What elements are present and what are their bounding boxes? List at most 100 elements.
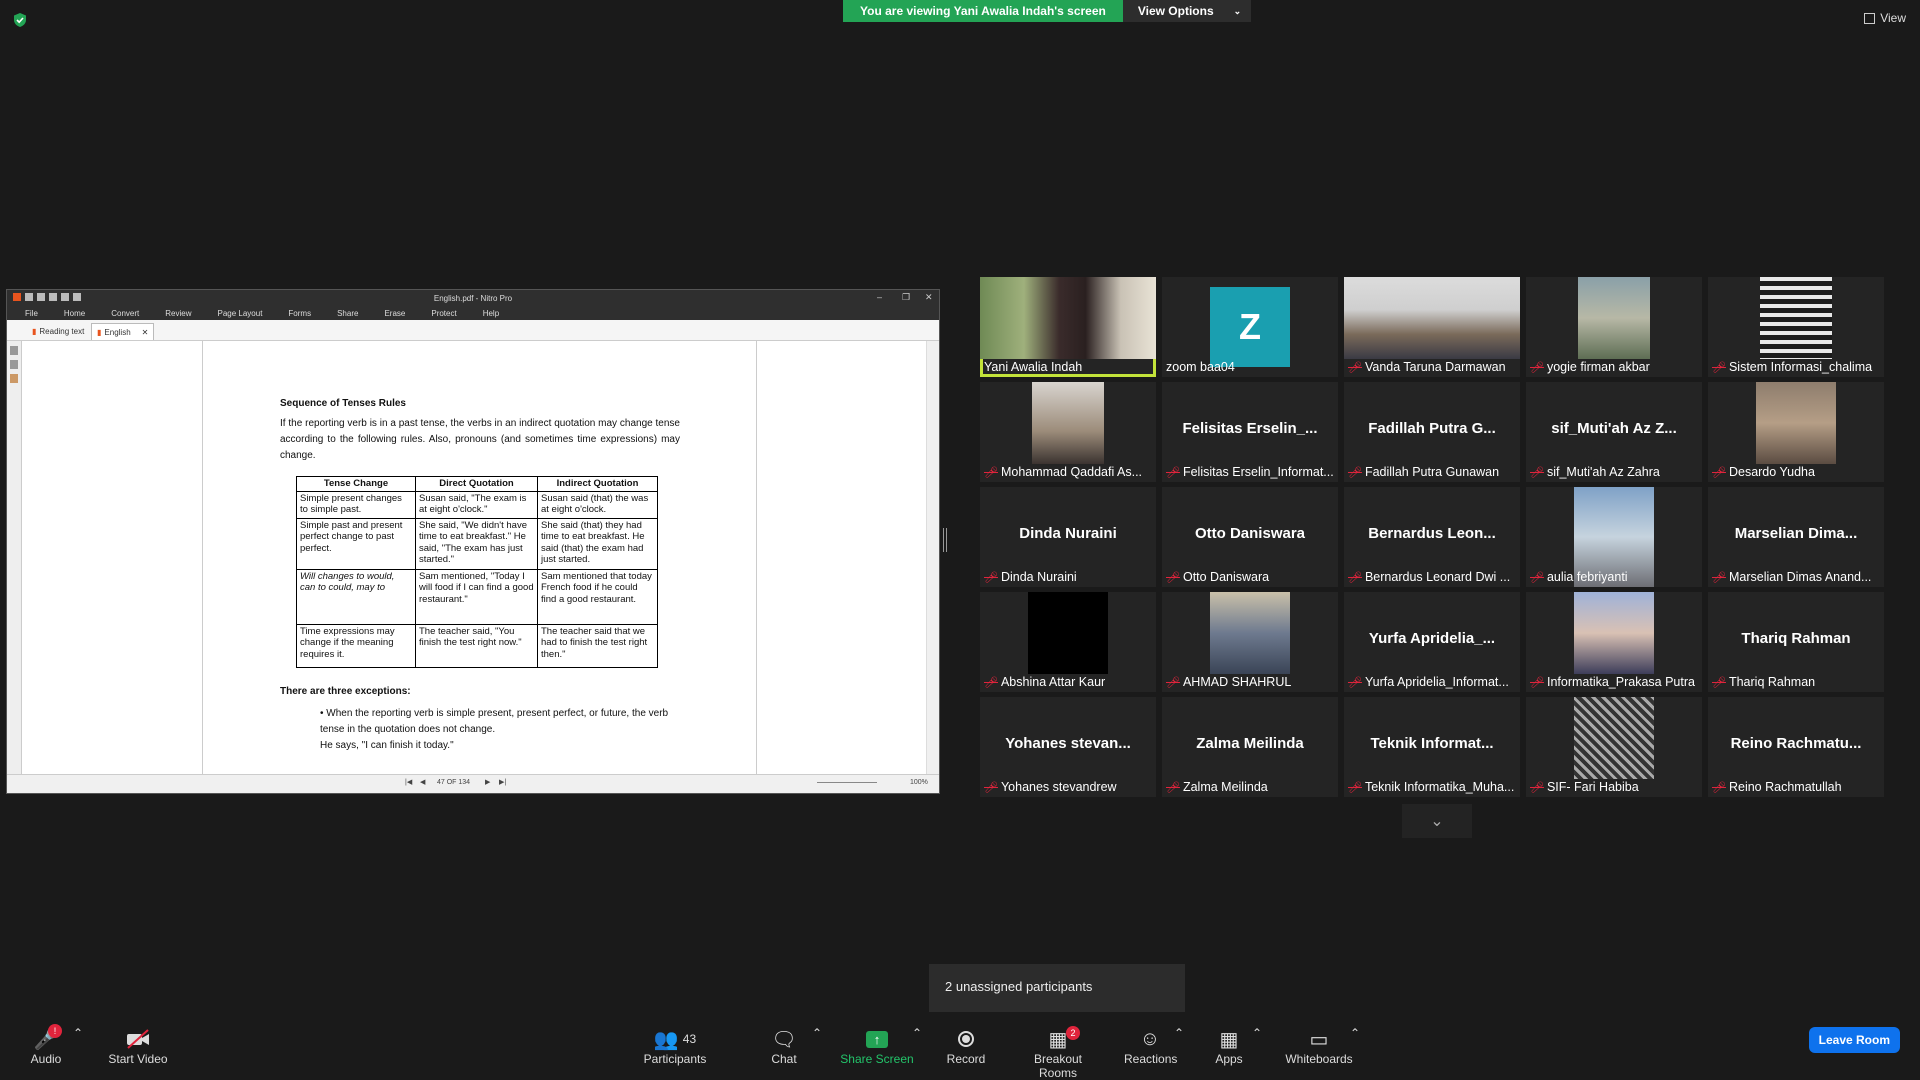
page-indicator[interactable]: 47 OF 134: [437, 779, 470, 786]
participants-button[interactable]: 👥 43 Participants: [640, 1026, 710, 1067]
attachments-icon[interactable]: [10, 374, 18, 383]
participant-tile[interactable]: Yani Awalia Indah: [980, 277, 1156, 377]
table-cell: Susan said (that) the was at eight o'clo…: [537, 490, 658, 519]
first-page-icon[interactable]: |◀: [405, 778, 412, 786]
participant-tile[interactable]: 🎤︎ Informatika_Prakasa Putra: [1526, 592, 1702, 692]
participant-tile[interactable]: Otto Daniswara 🎤︎ Otto Daniswara: [1162, 487, 1338, 587]
participant-name: Marselian Dimas Anand...: [1728, 570, 1872, 584]
minimize-icon[interactable]: –: [877, 292, 882, 302]
restore-icon[interactable]: ❐: [902, 292, 910, 303]
whiteboards-button[interactable]: ▭ Whiteboards: [1284, 1026, 1354, 1067]
participant-tile[interactable]: Zalma Meilinda 🎤︎ Zalma Meilinda: [1162, 697, 1338, 797]
apps-button[interactable]: ▦ Apps: [1213, 1026, 1245, 1067]
menu-protect[interactable]: Protect: [431, 309, 456, 318]
muted-mic-icon: 🎤︎: [1530, 361, 1544, 374]
participant-tile[interactable]: 🎤︎ AHMAD SHAHRUL: [1162, 592, 1338, 692]
pdf-document-tabs: ▮ Reading text ▮ English ✕: [7, 320, 939, 341]
pdf-scrollbar[interactable]: [926, 341, 939, 775]
start-video-button[interactable]: Start Video: [106, 1026, 170, 1066]
next-page-icon[interactable]: ▶: [485, 778, 490, 786]
participant-name: SIF- Fari Habiba: [1546, 780, 1639, 794]
split-drag-handle[interactable]: [943, 528, 947, 552]
participant-caption: 🎤︎ Desardo Yudha: [1712, 464, 1880, 480]
share-screen-button[interactable]: ↑ Share Screen: [840, 1026, 914, 1066]
participant-display-name: Yohanes stevan...: [1005, 735, 1131, 752]
menu-home[interactable]: Home: [64, 309, 85, 318]
menu-share[interactable]: Share: [337, 309, 358, 318]
chat-options-caret[interactable]: ⌃: [812, 1026, 822, 1040]
reactions-button[interactable]: ☺ Reactions: [1124, 1026, 1177, 1067]
menu-page-layout[interactable]: Page Layout: [217, 309, 262, 318]
chat-button[interactable]: 🗨 Chat: [766, 1026, 802, 1067]
zoom-level[interactable]: 100%: [910, 779, 928, 786]
participant-name: Felisitas Erselin_Informat...: [1182, 465, 1334, 479]
participant-video: [1028, 592, 1108, 674]
participant-tile[interactable]: 🎤︎ yogie firman akbar: [1526, 277, 1702, 377]
menu-help[interactable]: Help: [483, 309, 499, 318]
participant-tile[interactable]: 🎤︎ Sistem Informasi_chalima: [1708, 277, 1884, 377]
participant-tile[interactable]: Thariq Rahman 🎤︎ Thariq Rahman: [1708, 592, 1884, 692]
view-options-label: View Options: [1137, 4, 1214, 18]
leave-room-button[interactable]: Leave Room: [1808, 1027, 1900, 1053]
view-options-button[interactable]: View Options ⌄: [1122, 0, 1252, 22]
share-options-caret[interactable]: ⌃: [912, 1026, 922, 1040]
unassigned-tooltip[interactable]: 2 unassigned participants: [929, 964, 1185, 1012]
participant-tile[interactable]: Reino Rachmatu... 🎤︎ Reino Rachmatullah: [1708, 697, 1884, 797]
pdf-left-margin: [22, 341, 203, 775]
participant-tile[interactable]: Fadillah Putra G... 🎤︎ Fadillah Putra Guna…: [1344, 382, 1520, 482]
record-button[interactable]: Record: [945, 1026, 987, 1066]
breakout-rooms-button[interactable]: ▦ 2 Breakout Rooms: [1014, 1026, 1102, 1080]
participant-tile[interactable]: 🎤︎ Mohammad Qaddafi As...: [980, 382, 1156, 482]
participant-tile[interactable]: 🎤︎ SIF- Fari Habiba: [1526, 697, 1702, 797]
prev-page-icon[interactable]: ◀: [420, 778, 425, 786]
participant-video: [980, 277, 1156, 359]
reactions-options-caret[interactable]: ⌃: [1174, 1026, 1184, 1040]
close-icon[interactable]: ✕: [925, 292, 933, 303]
shield-icon[interactable]: [12, 12, 28, 28]
whiteboards-options-caret[interactable]: ⌃: [1350, 1026, 1360, 1040]
participant-tile[interactable]: Zzoom baa04: [1162, 277, 1338, 377]
gallery-expand-button[interactable]: ⌄: [1402, 804, 1472, 838]
view-button[interactable]: View: [1864, 11, 1906, 25]
pages-icon[interactable]: [10, 346, 18, 355]
audio-options-caret[interactable]: ⌃: [73, 1026, 83, 1040]
zoom-slider[interactable]: [817, 782, 877, 783]
muted-mic-icon: 🎤︎: [1712, 361, 1726, 374]
menu-convert[interactable]: Convert: [111, 309, 139, 318]
participant-tile[interactable]: Yohanes stevan... 🎤︎ Yohanes stevandrew: [980, 697, 1156, 797]
close-tab-icon[interactable]: ✕: [142, 328, 149, 337]
participant-tile[interactable]: Felisitas Erselin_... 🎤︎ Felisitas Erselin…: [1162, 382, 1338, 482]
menu-erase[interactable]: Erase: [384, 309, 405, 318]
participant-tile[interactable]: 🎤︎ Vanda Taruna Darmawan: [1344, 277, 1520, 377]
participant-tile[interactable]: sif_Muti'ah Az Z... 🎤︎ sif_Muti'ah Az Zahr…: [1526, 382, 1702, 482]
tab-english[interactable]: ▮ English ✕: [91, 323, 155, 340]
menu-file[interactable]: File: [25, 309, 38, 318]
menu-forms[interactable]: Forms: [288, 309, 311, 318]
participant-tile[interactable]: Bernardus Leon... 🎤︎ Bernardus Leonard Dwi…: [1344, 487, 1520, 587]
participant-caption: 🎤︎ Zalma Meilinda: [1166, 779, 1334, 795]
apps-options-caret[interactable]: ⌃: [1252, 1026, 1262, 1040]
participant-display-name: sif_Muti'ah Az Z...: [1551, 420, 1677, 437]
exception-text: When the reporting verb is simple presen…: [320, 707, 669, 735]
participant-name: sif_Muti'ah Az Zahra: [1546, 465, 1660, 479]
table-cell: Simple present changes to simple past.: [296, 490, 416, 519]
last-page-icon[interactable]: ▶|: [499, 778, 506, 786]
audio-button[interactable]: 🎤! Audio: [26, 1024, 66, 1066]
participant-tile[interactable]: Dinda Nuraini 🎤︎ Dinda Nuraini: [980, 487, 1156, 587]
participant-tile[interactable]: Yurfa Apridelia_... 🎤︎ Yurfa Apridelia_Inf…: [1344, 592, 1520, 692]
muted-mic-icon: 🎤︎: [984, 781, 998, 794]
participant-tile[interactable]: 🎤︎ Desardo Yudha: [1708, 382, 1884, 482]
pdf-window-title: English.pdf - Nitro Pro: [433, 294, 513, 303]
participant-name: Dinda Nuraini: [1000, 570, 1077, 584]
participant-tile[interactable]: 🎤︎ Abshina Attar Kaur: [980, 592, 1156, 692]
menu-review[interactable]: Review: [165, 309, 191, 318]
muted-mic-icon: 🎤︎: [984, 466, 998, 479]
tab-reading-text[interactable]: ▮ Reading text: [27, 323, 89, 339]
apps-label: Apps: [1215, 1052, 1243, 1066]
participant-tile[interactable]: Marselian Dima... 🎤︎ Marselian Dimas Anand…: [1708, 487, 1884, 587]
record-label: Record: [946, 1052, 986, 1066]
participant-video: [1756, 382, 1836, 464]
participant-tile[interactable]: Teknik Informat... 🎤︎ Teknik Informatika_M…: [1344, 697, 1520, 797]
participant-tile[interactable]: 🎤︎ aulia febriyanti: [1526, 487, 1702, 587]
bookmarks-icon[interactable]: [10, 360, 18, 369]
